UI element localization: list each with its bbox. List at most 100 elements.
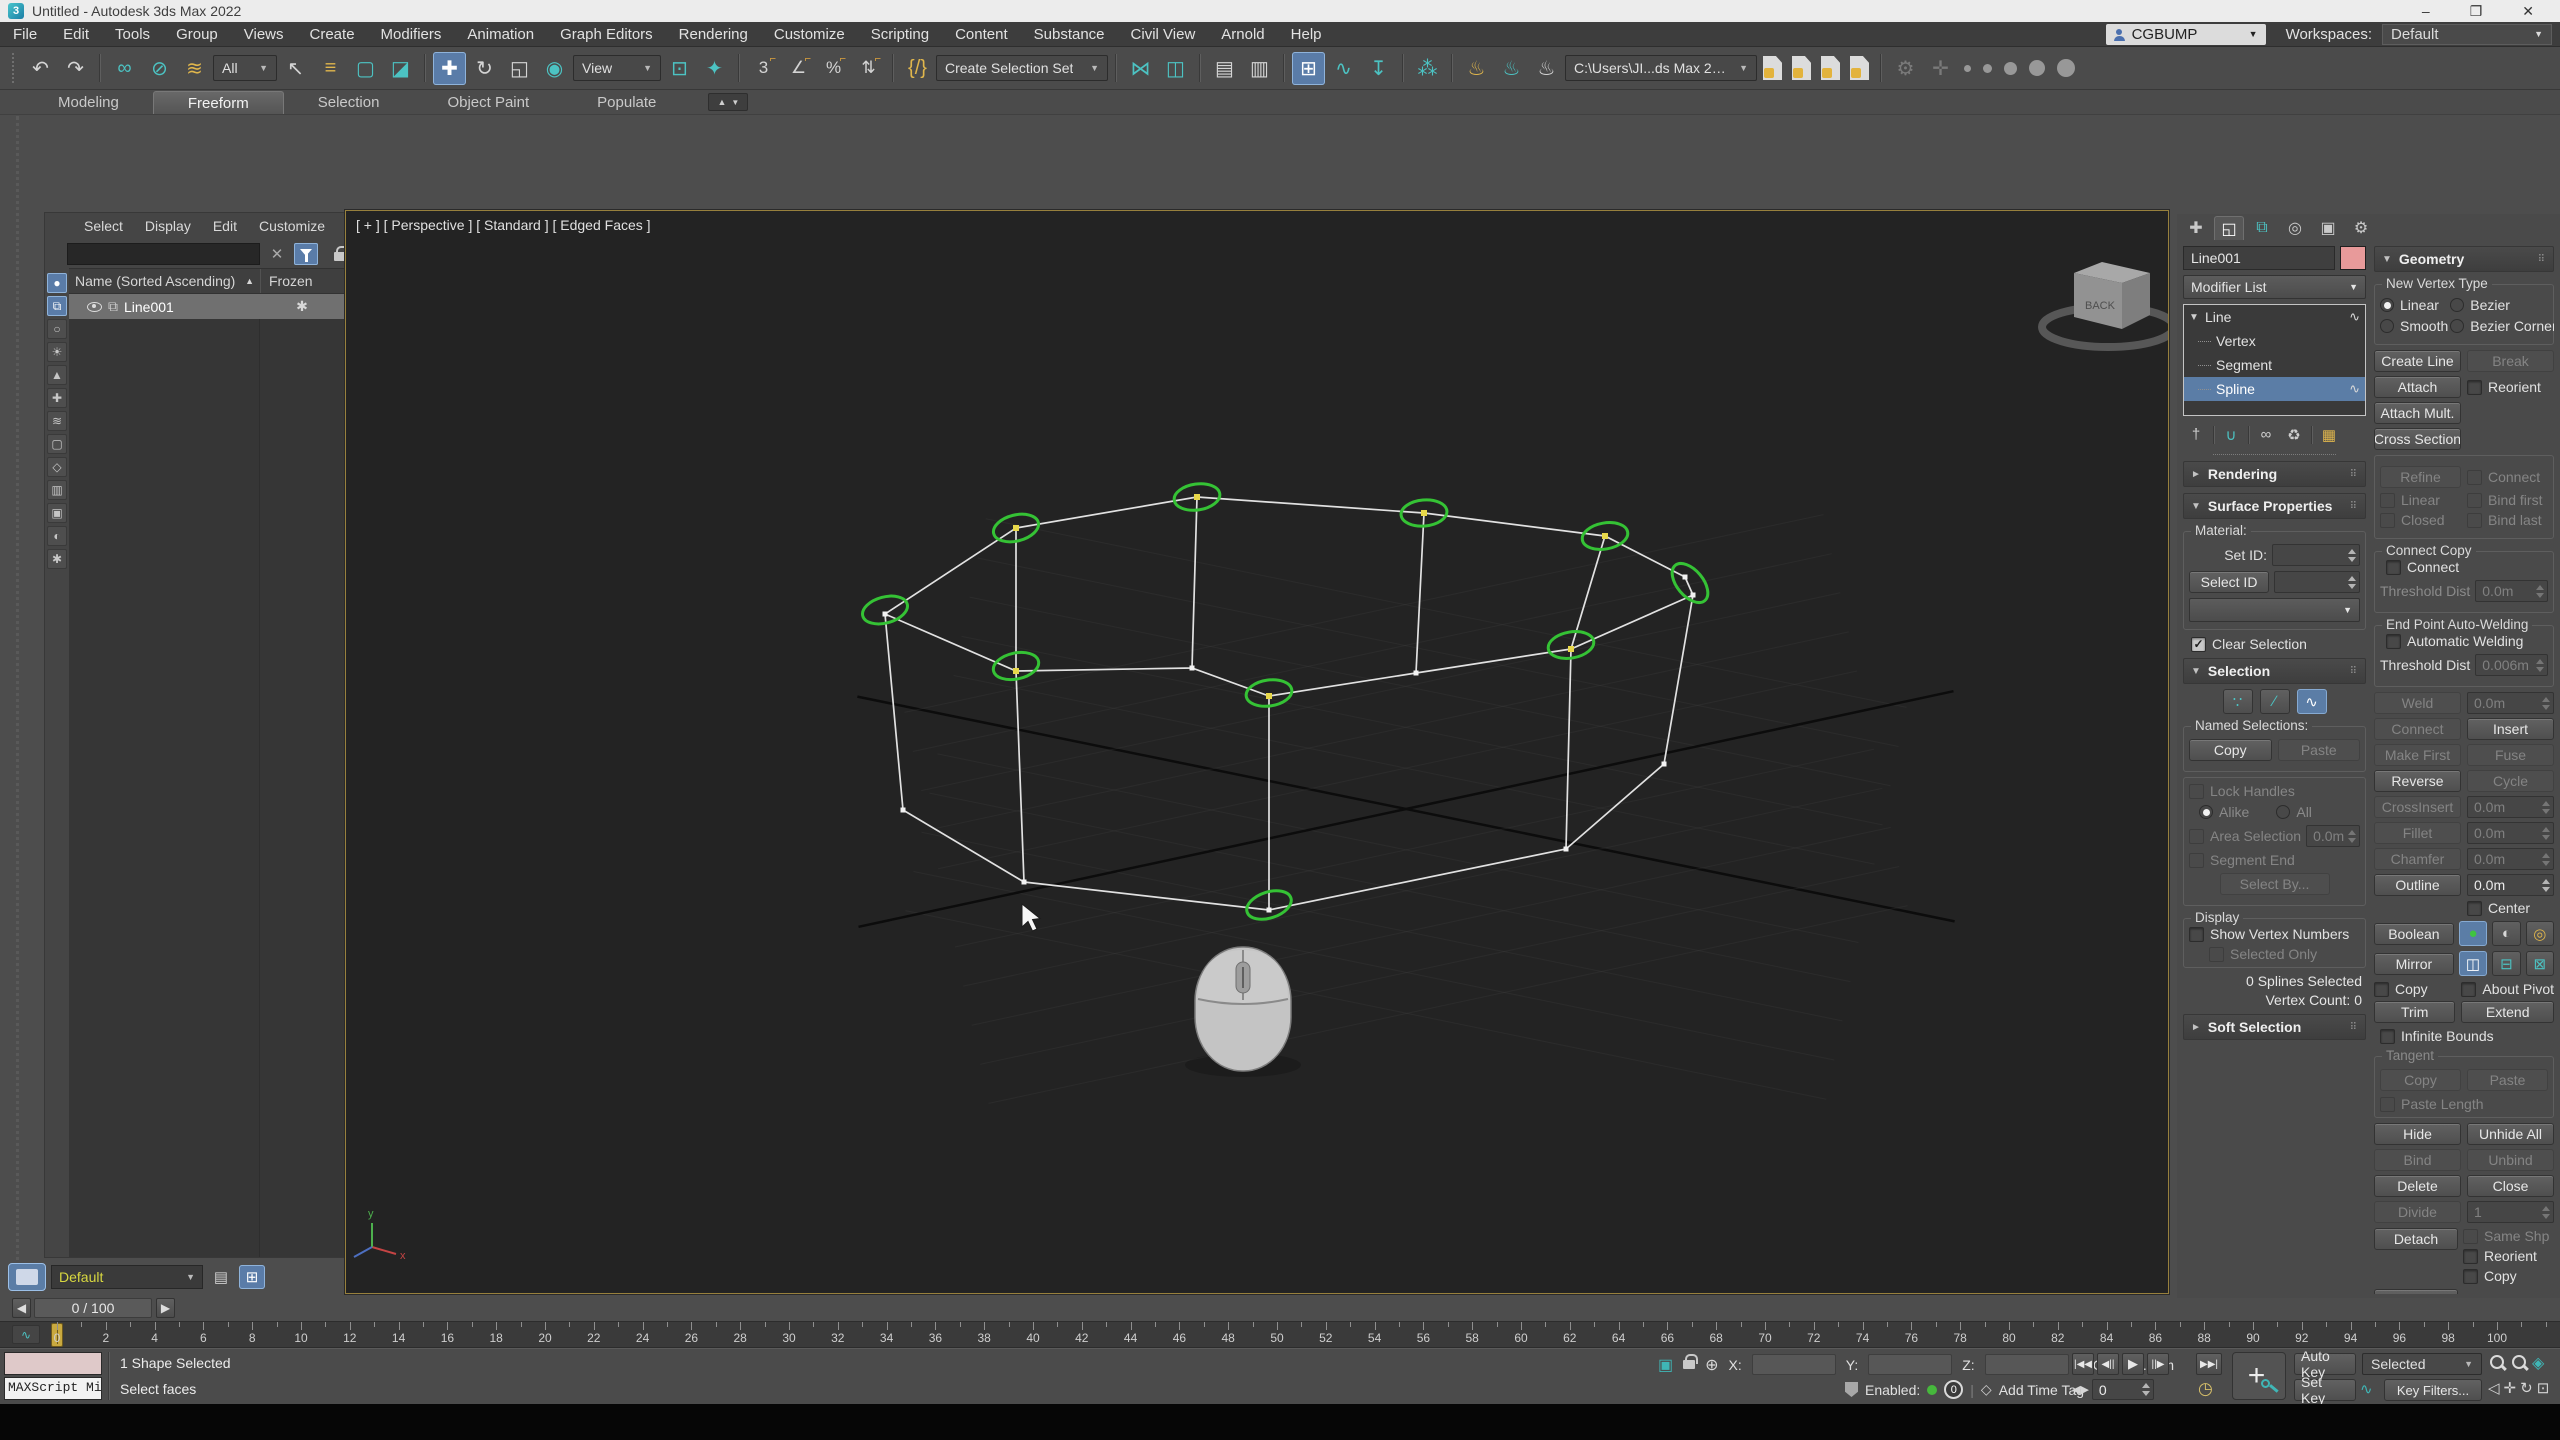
select-and-scale-icon[interactable]: ◱ [503, 52, 536, 85]
select-link-icon[interactable]: ∞ [108, 52, 141, 85]
boolean-subtraction-icon[interactable]: ◐ [2492, 921, 2520, 946]
select-id-spinner[interactable] [2274, 571, 2360, 593]
unhide-all-button[interactable]: Unhide All [2467, 1123, 2554, 1145]
pin-stack-icon[interactable]: † [2185, 424, 2207, 446]
connect-threshold-spinner[interactable]: 0.0m [2475, 580, 2548, 602]
ribbon-tab-object-paint[interactable]: Object Paint [413, 91, 563, 114]
key-filters-button[interactable]: Key Filters... [2384, 1379, 2482, 1401]
toolbar-flyout-dot-2[interactable] [1983, 64, 1992, 73]
isolate-selection-icon[interactable]: ▣ [1658, 1355, 1673, 1375]
show-vertex-numbers-checkbox[interactable]: Show Vertex Numbers [2189, 926, 2360, 942]
menu-content[interactable]: Content [942, 22, 1021, 46]
cycle-button[interactable]: Cycle [2467, 770, 2554, 792]
frozen-cell-icon[interactable]: ✱ [260, 298, 344, 315]
bind-last-checkbox[interactable]: Bind last [2467, 512, 2548, 528]
bind-button[interactable]: Bind [2374, 1149, 2461, 1171]
user-account-dropdown[interactable]: CGBUMP ▼ [2106, 24, 2266, 45]
workspace-dropdown[interactable]: Default ▼ [2382, 24, 2552, 45]
attach-button[interactable]: Attach [2374, 376, 2461, 398]
zoom-all-icon[interactable] [2510, 1353, 2530, 1373]
y-coordinate-field[interactable] [1868, 1354, 1952, 1375]
window-crossing-icon[interactable]: ◪ [384, 52, 417, 85]
key-filter-icon[interactable]: ∿ [2360, 1380, 2373, 1398]
display-frozen-icon[interactable]: ✱ [47, 549, 67, 569]
frame-readout[interactable]: 0 / 100 [34, 1298, 152, 1318]
spinner-snap-toggle-icon[interactable]: ⇅⌐ [852, 52, 885, 85]
cross-section-button[interactable]: Cross Section [2374, 428, 2461, 450]
attach-mult-button[interactable]: Attach Mult. [2374, 402, 2461, 424]
toolbar-grip[interactable] [12, 53, 17, 83]
toolbar-disabled-gear-icon[interactable]: ⚙ [1889, 52, 1922, 85]
toolbar-disabled-cross-icon[interactable]: ✛ [1924, 52, 1957, 85]
detach-reorient-checkbox[interactable]: Reorient [2463, 1248, 2549, 1264]
maximize-viewport-toggle-icon[interactable]: ⊡ [2537, 1379, 2550, 1397]
tab-motion[interactable]: ◎ [2280, 216, 2310, 240]
undo-icon[interactable]: ↶ [24, 52, 57, 85]
menu-group[interactable]: Group [163, 22, 231, 46]
configure-modifier-sets-icon[interactable]: ▦ [2318, 424, 2340, 446]
segment-end-checkbox[interactable]: Segment End [2189, 852, 2360, 868]
set-project-folder-icon[interactable] [1763, 56, 1782, 80]
object-color-swatch[interactable] [2340, 246, 2366, 270]
mirror-horizontal-icon[interactable]: ◫ [2459, 951, 2487, 976]
subobject-vertex-icon[interactable]: ∵ [2223, 689, 2253, 714]
bezier-corner-radio[interactable]: Bezier Corner [2450, 318, 2554, 334]
rectangular-selection-region-icon[interactable]: ▢ [349, 52, 382, 85]
smooth-radio[interactable]: Smooth [2380, 318, 2448, 334]
display-xrefs-icon[interactable]: ◇ [47, 457, 67, 477]
transform-gizmo-icon[interactable]: ⊕ [1705, 1355, 1718, 1375]
rollout-surface-properties[interactable]: ▼Surface Properties⠿ [2183, 493, 2366, 519]
trim-button[interactable]: Trim [2374, 1001, 2455, 1023]
stack-item-segment[interactable]: Segment [2184, 353, 2365, 377]
panel-grip[interactable] [16, 116, 19, 1286]
set-keys-button[interactable]: + [2232, 1352, 2286, 1400]
weld-threshold-spinner[interactable]: 0.006m [2475, 654, 2548, 676]
render-setup-icon[interactable]: ♨ [1460, 52, 1493, 85]
rollout-soft-selection[interactable]: ►Soft Selection⠿ [2183, 1014, 2366, 1040]
menu-scripting[interactable]: Scripting [858, 22, 942, 46]
reorient-checkbox[interactable]: Reorient [2467, 376, 2554, 398]
select-and-manipulate-icon[interactable]: ✦ [698, 52, 731, 85]
menu-arnold[interactable]: Arnold [1208, 22, 1277, 46]
column-frozen-header[interactable]: Frozen [260, 269, 344, 293]
zoom-extents-icon[interactable]: ◈ [2532, 1353, 2544, 1373]
menu-modifiers[interactable]: Modifiers [368, 22, 455, 46]
snaps-toggle-icon[interactable]: 3⌐ [747, 52, 780, 85]
area-selection-spinner[interactable]: 0.0m [2306, 825, 2360, 847]
tab-display[interactable]: ▣ [2313, 216, 2343, 240]
rollout-rendering[interactable]: ►Rendering⠿ [2183, 461, 2366, 487]
select-id-button[interactable]: Select ID [2189, 571, 2269, 593]
alike-radio[interactable]: Alike [2199, 804, 2249, 820]
ribbon-tab-selection[interactable]: Selection [284, 91, 414, 114]
tab-utilities[interactable]: ⚙ [2346, 216, 2376, 240]
chamfer-button[interactable]: Chamfer [2374, 848, 2461, 870]
insert-button[interactable]: Insert [2467, 718, 2554, 740]
mirror-icon[interactable]: ⋈ [1124, 52, 1157, 85]
crossinsert-spinner[interactable]: 0.0m [2467, 796, 2554, 818]
set-key-button[interactable]: Set Key [2294, 1379, 2356, 1401]
display-bones-icon[interactable]: ▥ [47, 480, 67, 500]
redo-icon[interactable]: ↷ [59, 52, 92, 85]
tab-hierarchy[interactable]: ⧉ [2247, 216, 2277, 240]
column-name-header[interactable]: Name (Sorted Ascending) [75, 273, 235, 289]
toolbar-flyout-dot-5[interactable] [2057, 59, 2075, 77]
clear-search-icon[interactable]: ✕ [265, 243, 289, 265]
select-and-move-icon[interactable]: ✚ [433, 52, 466, 85]
use-pivot-point-center-icon[interactable]: ⊡ [663, 52, 696, 85]
menu-graph-editors[interactable]: Graph Editors [547, 22, 666, 46]
display-containers-icon[interactable]: ▣ [47, 503, 67, 523]
project-settings-icon[interactable] [1850, 56, 1869, 80]
object-name-field[interactable]: Line001 [2183, 246, 2335, 270]
toggle-layer-explorer-icon[interactable]: ▤ [1208, 52, 1241, 85]
area-selection-checkbox[interactable]: Area Selection [2189, 828, 2301, 844]
edit-named-selection-sets-icon[interactable]: {/} [901, 52, 934, 85]
maxscript-mini-listener-output[interactable] [4, 1352, 102, 1375]
modifier-list-dropdown[interactable]: Modifier List ▼ [2183, 275, 2366, 299]
menu-customize[interactable]: Customize [761, 22, 858, 46]
bezier-radio[interactable]: Bezier [2450, 297, 2554, 313]
named-selection-sets-dropdown[interactable]: Create Selection Set▼ [936, 55, 1108, 81]
selection-filter-dropdown[interactable]: All▼ [213, 55, 277, 81]
display-cameras-icon[interactable]: ▲ [47, 365, 67, 385]
copy-named-selection-button[interactable]: Copy [2189, 739, 2272, 761]
toggle-ribbon-icon[interactable]: ⊞ [1292, 52, 1325, 85]
